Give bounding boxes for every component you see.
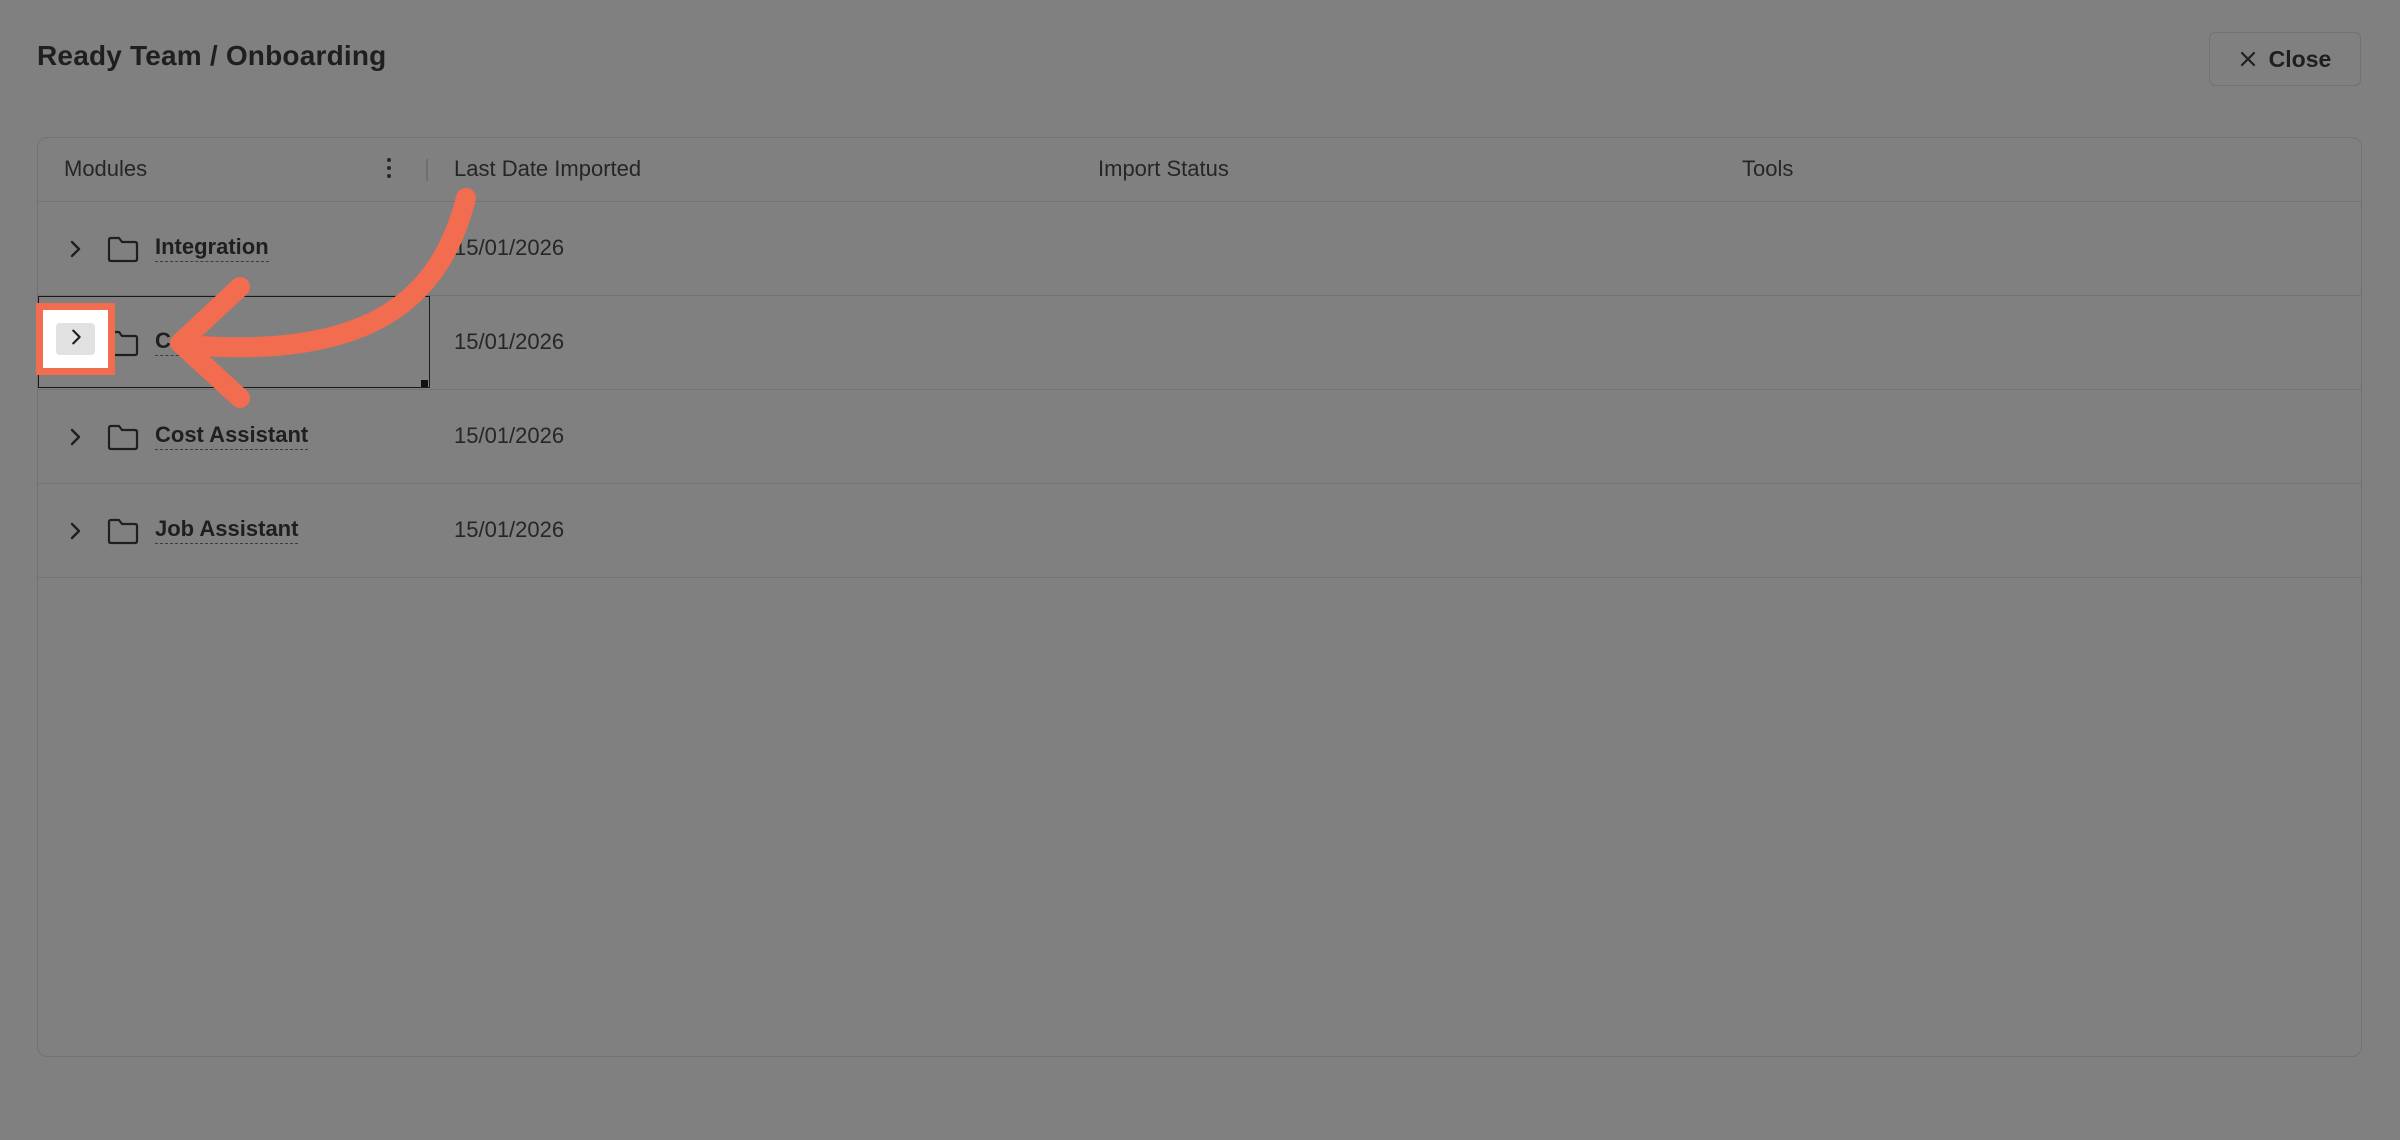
module-name[interactable]: Job Assistant — [155, 516, 299, 544]
close-icon — [2239, 50, 2257, 68]
table-row[interactable]: Cost Assistant 15/01/2026 — [38, 390, 2361, 484]
page-title: Ready Team / Onboarding — [37, 40, 387, 71]
last-date-imported: 15/01/2026 — [454, 517, 565, 542]
last-date-imported: 15/01/2026 — [454, 329, 565, 354]
module-name[interactable]: Cost Assistant — [155, 422, 309, 450]
module-name[interactable]: Co — [155, 328, 185, 356]
column-header-modules[interactable]: Modules — [64, 138, 147, 200]
last-date-imported: 15/01/2026 — [454, 235, 565, 260]
table-row[interactable]: Job Assistant 15/01/2026 — [38, 484, 2361, 578]
cell-resize-handle[interactable] — [421, 380, 428, 387]
expand-row-button[interactable] — [56, 323, 95, 355]
column-resize-divider[interactable] — [426, 159, 428, 181]
chevron-right-icon — [66, 327, 86, 352]
last-date-imported: 15/01/2026 — [454, 423, 565, 448]
modules-table: Modules Last Date Imported Import Status… — [37, 137, 2362, 1057]
table-row[interactable]: Co 15/01/2026 — [38, 296, 2361, 390]
table-header: Modules Last Date Imported Import Status… — [38, 138, 2361, 202]
chevron-right-icon[interactable] — [64, 426, 86, 448]
folder-icon — [107, 235, 139, 263]
kebab-menu-icon[interactable] — [383, 158, 395, 182]
module-name[interactable]: Integration — [155, 234, 269, 262]
column-header-import-status[interactable]: Import Status — [1098, 138, 1229, 200]
folder-icon — [107, 517, 139, 545]
column-header-tools[interactable]: Tools — [1742, 138, 1793, 200]
chevron-right-icon[interactable] — [64, 520, 86, 542]
close-button-label: Close — [2268, 45, 2332, 72]
close-button[interactable]: Close — [2209, 32, 2361, 86]
column-header-last-date-imported[interactable]: Last Date Imported — [454, 138, 641, 200]
chevron-right-icon[interactable] — [64, 238, 86, 260]
highlighted-expand-target — [36, 303, 115, 375]
folder-icon — [107, 423, 139, 451]
table-row[interactable]: Integration 15/01/2026 — [38, 202, 2361, 296]
